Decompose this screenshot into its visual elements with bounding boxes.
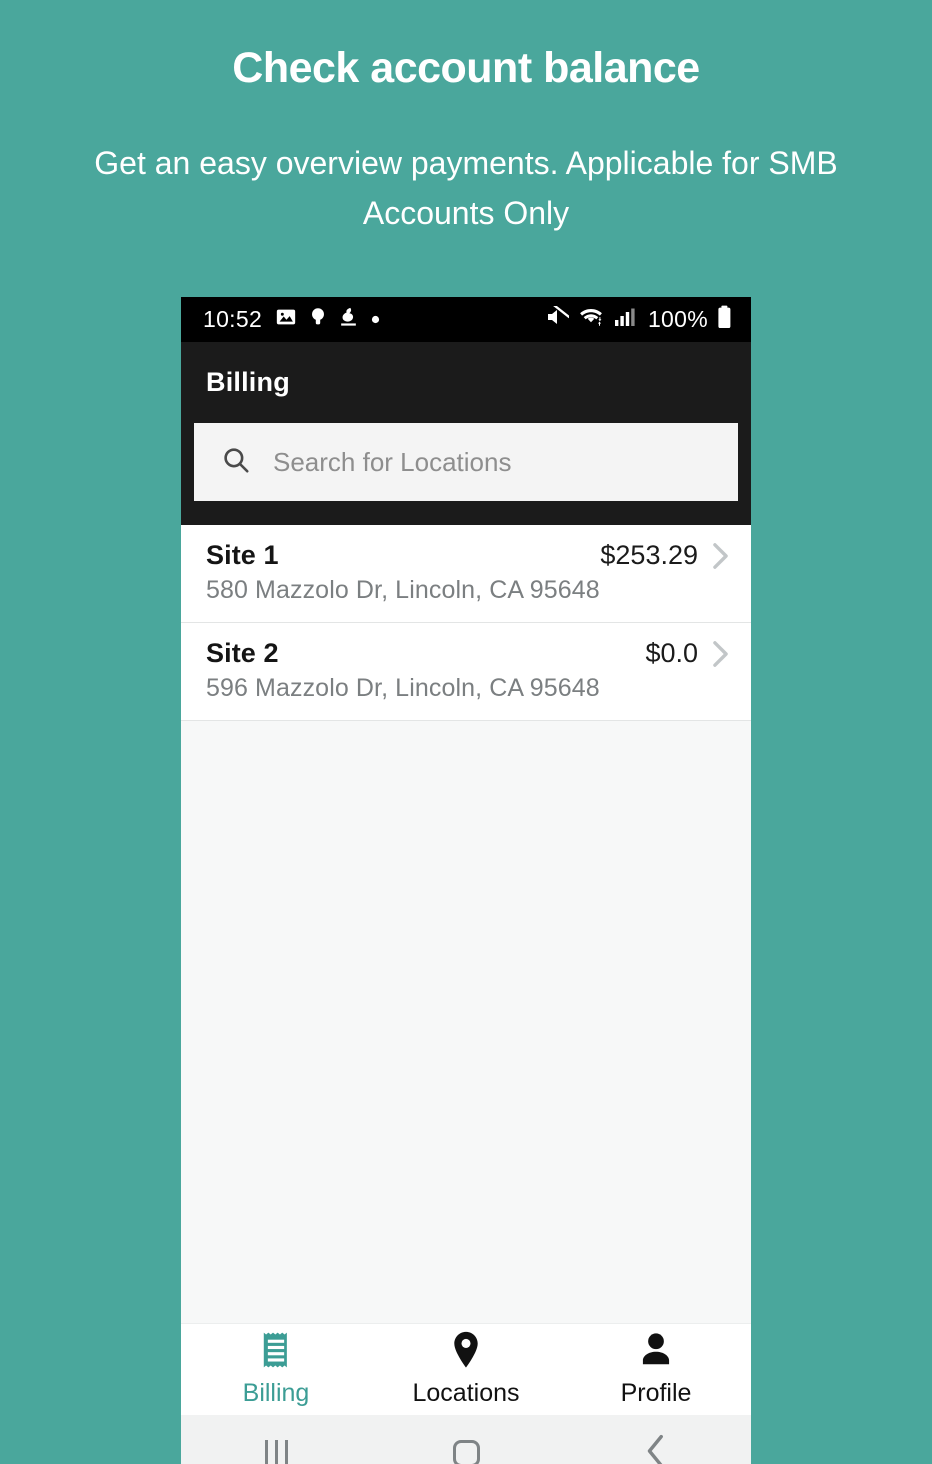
battery-icon [717, 305, 732, 334]
dot-icon [371, 311, 380, 329]
status-time: 10:52 [203, 306, 263, 332]
recents-icon [264, 1439, 288, 1464]
app-bar: Billing [181, 342, 751, 423]
site-list: Site 1 $253.29 580 Mazzolo Dr, Lincoln, … [181, 525, 751, 1323]
nav-item-profile[interactable]: Profile [561, 1331, 751, 1408]
home-button[interactable] [371, 1439, 561, 1464]
search-input[interactable] [273, 446, 683, 478]
table-row[interactable]: Site 2 $0.0 596 Mazzolo Dr, Lincoln, CA … [181, 623, 751, 721]
search-icon [221, 445, 251, 480]
table-row[interactable]: Site 1 $253.29 580 Mazzolo Dr, Lincoln, … [181, 525, 751, 623]
row-primary-line: Site 1 $253.29 [206, 540, 729, 571]
row-right-group: $253.29 [600, 540, 729, 571]
app-bar-title: Billing [206, 367, 290, 397]
site-balance: $253.29 [600, 540, 698, 570]
search-bar-container [181, 423, 751, 525]
nav-label-profile: Profile [620, 1379, 692, 1407]
row-right-group: $0.0 [645, 638, 729, 669]
page-subtitle: Get an easy overview payments. Applicabl… [94, 145, 838, 232]
receipt-icon [259, 1331, 293, 1374]
bottom-navigation: Billing Locations Profile [181, 1323, 751, 1415]
site-name: Site 1 [206, 540, 279, 570]
site-balance: $0.0 [645, 638, 698, 668]
back-chevron-icon [645, 1434, 667, 1464]
home-icon [452, 1439, 480, 1464]
system-navigation-bar [181, 1415, 751, 1464]
signal-icon [613, 306, 635, 333]
list-empty-area [181, 721, 751, 1323]
search-box[interactable] [194, 423, 738, 501]
phone-screen: 10:52 100% Billing Search for Locations … [181, 297, 751, 1464]
site-address: 596 Mazzolo Dr, Lincoln, CA 95648 [206, 674, 600, 702]
battery-percent: 100% [647, 306, 708, 332]
status-bar-right: 100% [545, 304, 732, 334]
row-primary-line: Site 2 $0.0 [206, 638, 729, 669]
status-bar: 10:52 100% [181, 297, 751, 342]
chevron-right-icon[interactable] [712, 640, 729, 668]
person-icon [640, 1331, 672, 1374]
promo-header: Check account balance Get an easy overvi… [0, 0, 932, 239]
nav-item-locations[interactable]: Locations [371, 1331, 561, 1408]
nav-label-billing: Billing [242, 1379, 310, 1407]
site-name: Site 2 [206, 638, 279, 668]
recents-button[interactable] [181, 1439, 371, 1464]
wifi-icon [578, 306, 604, 333]
page-title: Check account balance [232, 44, 700, 92]
mute-icon [545, 304, 571, 333]
lightbulb-icon [310, 306, 326, 333]
nav-label-locations: Locations [412, 1379, 520, 1407]
nav-item-billing[interactable]: Billing [181, 1331, 371, 1408]
chevron-right-icon[interactable] [712, 542, 729, 570]
map-pin-icon [451, 1331, 481, 1374]
site-address: 580 Mazzolo Dr, Lincoln, CA 95648 [206, 576, 600, 604]
image-icon [275, 306, 297, 333]
back-button[interactable] [561, 1434, 751, 1464]
status-bar-left: 10:52 [203, 306, 380, 333]
app-icon [339, 306, 358, 333]
